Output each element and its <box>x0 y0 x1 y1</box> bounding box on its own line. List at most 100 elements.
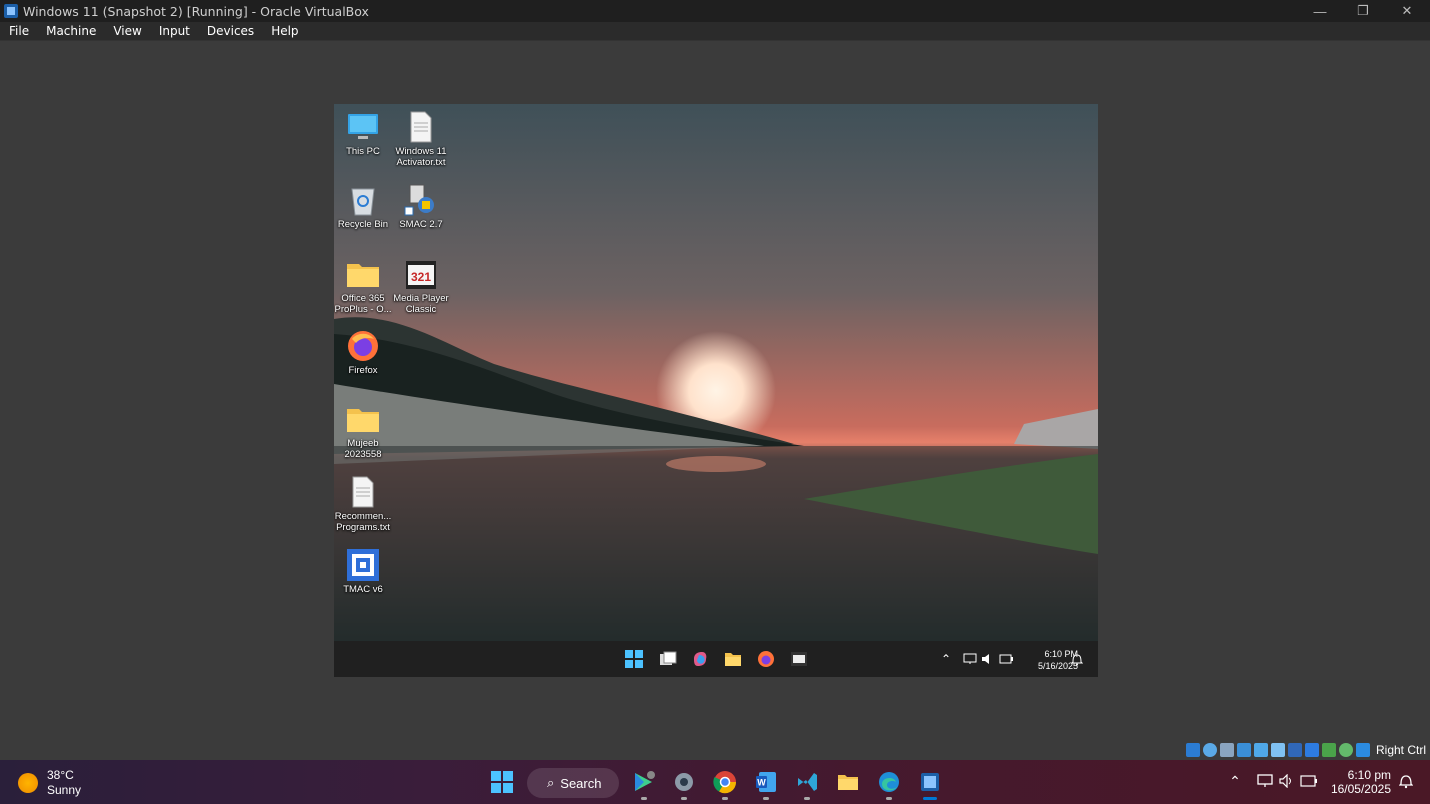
taskbar-visual-studio[interactable] <box>793 768 821 800</box>
cpu-icon[interactable] <box>1322 743 1336 757</box>
display-icon[interactable] <box>1288 743 1302 757</box>
desktop-icon-recycle-bin[interactable]: Recycle Bin <box>334 183 392 230</box>
taskbar-virtualbox[interactable] <box>916 768 944 800</box>
download-icon[interactable] <box>1356 743 1370 757</box>
taskbar-settings[interactable] <box>670 768 698 800</box>
virtualbox-icon <box>921 773 939 791</box>
close-icon: ✕ <box>1401 3 1413 18</box>
restore-button[interactable]: ❐ <box>1341 0 1385 22</box>
tray-network[interactable] <box>1254 770 1276 792</box>
smac-icon <box>404 183 438 217</box>
guest-notifications[interactable] <box>1067 649 1087 669</box>
recording-icon[interactable] <box>1305 743 1319 757</box>
desktop-icon-smac[interactable]: SMAC 2.7 <box>392 183 450 230</box>
desktop-icon-media-player-classic[interactable]: 321 Media Player Classic <box>392 257 450 315</box>
weather-condition: Sunny <box>47 783 82 797</box>
menu-file[interactable]: File <box>0 24 37 38</box>
running-indicator <box>641 797 647 800</box>
copilot-icon <box>694 652 707 666</box>
guest-file-explorer-button[interactable] <box>723 649 743 669</box>
battery-icon <box>999 654 1013 664</box>
guest-battery-status[interactable] <box>996 649 1016 669</box>
network-icon[interactable] <box>1237 743 1251 757</box>
menu-input[interactable]: Input <box>150 24 198 38</box>
optical-drive-icon[interactable] <box>1203 743 1217 757</box>
menu-devices[interactable]: Devices <box>198 24 262 38</box>
vm-statusbar: Right Ctrl <box>1186 742 1426 758</box>
volume-icon <box>982 654 989 664</box>
folder-icon <box>346 402 380 436</box>
host-taskbar: 38°C Sunny ⌕ Search W ⌃ 6:10 pm 16/05/20… <box>0 760 1430 804</box>
bluestacks-icon <box>635 771 655 791</box>
guest-task-view-button[interactable] <box>658 649 678 669</box>
guest-start-button[interactable] <box>624 649 644 669</box>
recycle-bin-icon <box>346 183 380 217</box>
desktop-icon-this-pc[interactable]: This PC <box>334 110 392 157</box>
weather-temp: 38°C <box>47 768 74 782</box>
menu-view[interactable]: View <box>104 24 149 38</box>
edge-icon <box>879 772 899 792</box>
desktop-icon-tmac[interactable]: TMAC v6 <box>334 548 392 595</box>
guest-network-status[interactable] <box>960 649 980 669</box>
visual-studio-icon <box>798 773 817 791</box>
guest-tray-overflow[interactable]: ⌃ <box>936 649 956 669</box>
taskbar-file-explorer[interactable] <box>834 768 862 796</box>
text-file-icon <box>404 110 438 144</box>
guest-taskbar: ⌃ 6:10 PM 5/16/2025 <box>334 641 1098 677</box>
mouse-integration-icon[interactable] <box>1339 743 1353 757</box>
chevron-up-icon: ⌃ <box>940 652 952 666</box>
firefox-icon <box>758 651 774 667</box>
usb-icon[interactable] <box>1254 743 1268 757</box>
taskbar-chrome[interactable] <box>711 768 739 800</box>
guest-media-player-button[interactable] <box>789 649 809 669</box>
weather-widget[interactable]: 38°C Sunny <box>18 768 81 798</box>
close-button[interactable]: ✕ <box>1385 0 1429 22</box>
bell-icon <box>1071 653 1083 665</box>
audio-icon[interactable] <box>1220 743 1234 757</box>
tray-overflow-button[interactable]: ⌃ <box>1224 770 1246 792</box>
shared-folders-icon[interactable] <box>1271 743 1285 757</box>
task-view-icon <box>660 651 677 665</box>
start-icon <box>625 650 643 668</box>
tray-volume[interactable] <box>1276 770 1298 792</box>
desktop-icon-firefox[interactable]: Firefox <box>334 329 392 376</box>
host-search-box[interactable]: ⌕ Search <box>527 768 619 798</box>
taskbar-edge[interactable] <box>875 768 903 800</box>
desktop-icon-recommended-programs[interactable]: Recommen... Programs.txt <box>334 475 392 533</box>
desktop-icon-office-365[interactable]: Office 365 ProPlus - O... <box>334 257 392 315</box>
tray-battery[interactable] <box>1298 770 1320 792</box>
mpc-icon: 321 <box>404 257 438 291</box>
minimize-button[interactable]: — <box>1298 0 1342 22</box>
sun-icon <box>18 773 38 793</box>
menu-help[interactable]: Help <box>262 24 306 38</box>
host-start-button[interactable] <box>488 768 516 796</box>
network-icon <box>1257 774 1273 787</box>
network-icon <box>963 653 977 664</box>
battery-icon <box>1300 775 1317 787</box>
taskbar-word[interactable]: W <box>752 768 780 800</box>
running-indicator <box>804 797 810 800</box>
guest-volume-status[interactable] <box>978 649 998 669</box>
desktop-icon-windows-activator[interactable]: Windows 11 Activator.txt <box>392 110 450 168</box>
media-player-classic-icon <box>791 652 807 666</box>
virtualbox-icon[interactable] <box>3 3 19 19</box>
notification-icon <box>1399 774 1413 788</box>
settings-icon <box>675 773 693 791</box>
restore-icon: ❐ <box>1357 3 1369 18</box>
notification-center[interactable] <box>1395 770 1417 792</box>
guest-copilot-button[interactable] <box>690 649 710 669</box>
guest-firefox-button[interactable] <box>756 649 776 669</box>
running-indicator <box>763 797 769 800</box>
desktop-icon-mujeeb-folder[interactable]: Mujeeb 2023558 <box>334 402 392 460</box>
taskbar-bluestacks[interactable] <box>630 768 658 800</box>
running-indicator <box>722 797 728 800</box>
search-label: Search <box>560 775 602 791</box>
hard-disk-icon[interactable] <box>1186 743 1200 757</box>
guest-screen[interactable]: This PC Windows 11 Activator.txt Recycle… <box>334 104 1098 677</box>
menu-bar: File Machine View Input Devices Help <box>0 22 1430 41</box>
volume-icon <box>1279 774 1291 788</box>
word-icon: W <box>756 772 776 792</box>
running-indicator <box>923 797 937 800</box>
menu-machine[interactable]: Machine <box>37 24 104 38</box>
host-clock[interactable]: 6:10 pm 16/05/2025 <box>1331 768 1391 796</box>
